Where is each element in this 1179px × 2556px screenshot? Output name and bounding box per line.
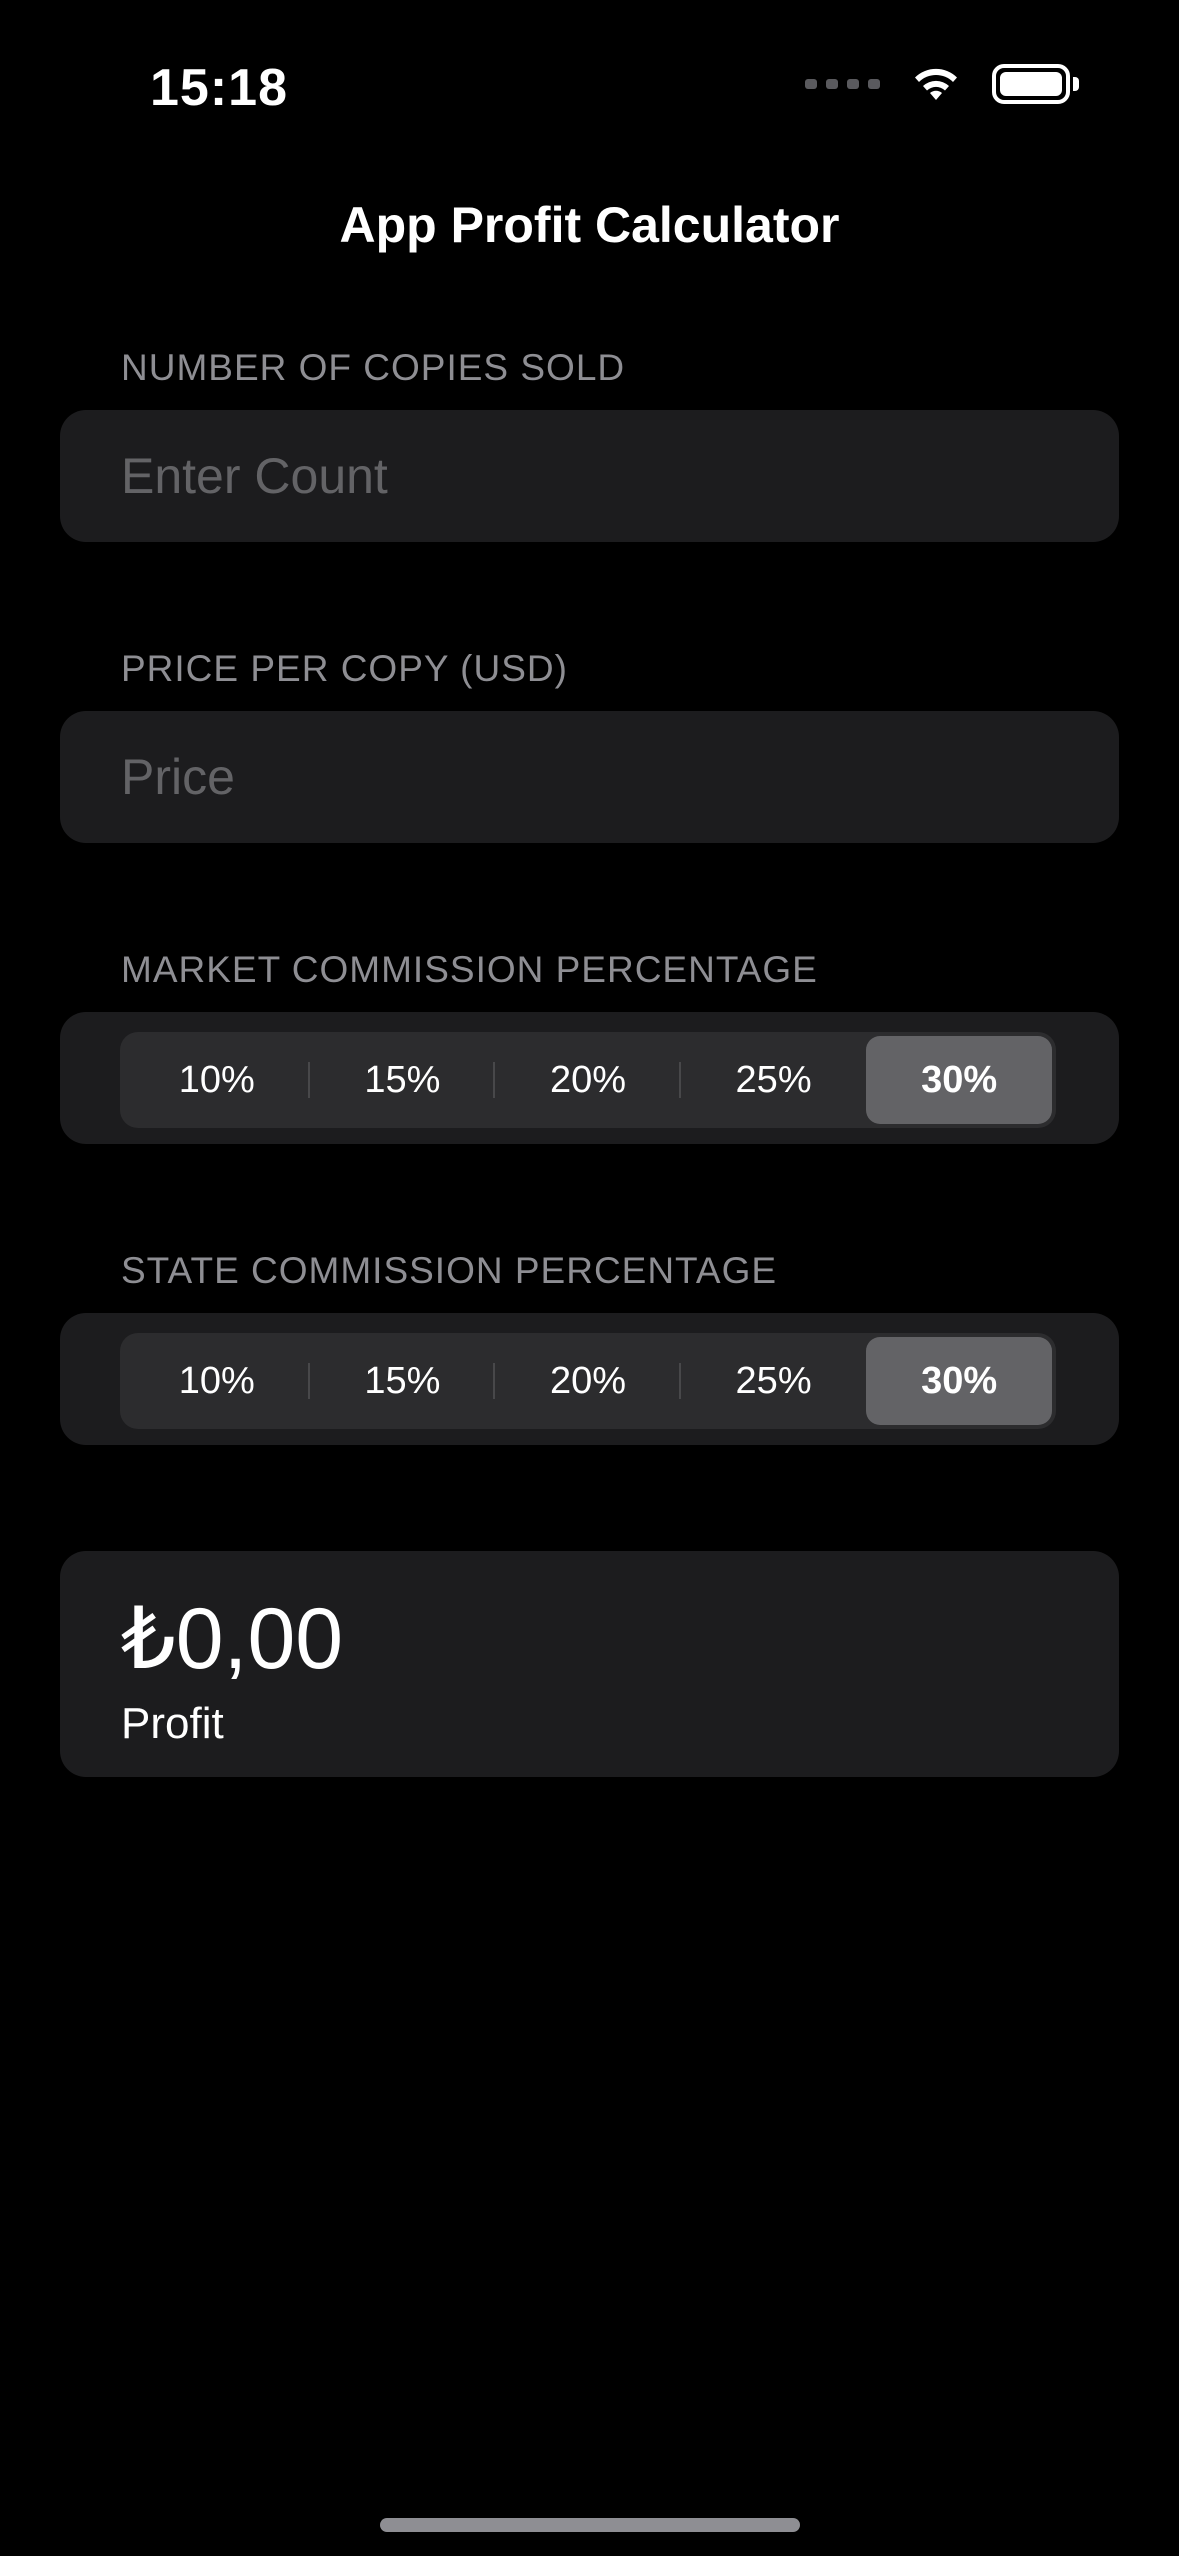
market-commission-label: MARKET COMMISSION PERCENTAGE: [121, 949, 818, 990]
market-commission-option-25[interactable]: 25%: [681, 1036, 867, 1124]
cellular-dots-icon: [805, 79, 880, 89]
battery-icon: [992, 64, 1079, 104]
market-commission-card: 10% 15% 20% 25% 30%: [60, 1012, 1119, 1144]
state-commission-option-20[interactable]: 20%: [495, 1337, 681, 1425]
market-commission-option-10[interactable]: 10%: [124, 1036, 310, 1124]
state-commission-segmented-control: 10% 15% 20% 25% 30%: [120, 1333, 1056, 1429]
app-screen: 15:18 App Profit Calculator NUMBER OF CO…: [0, 0, 1179, 2556]
copies-sold-input[interactable]: [121, 410, 1081, 542]
market-commission-option-15[interactable]: 15%: [310, 1036, 496, 1124]
status-icons: [805, 64, 1079, 104]
state-commission-option-10[interactable]: 10%: [124, 1337, 310, 1425]
market-commission-segmented-control: 10% 15% 20% 25% 30%: [120, 1032, 1056, 1128]
status-time: 15:18: [150, 59, 288, 117]
state-commission-option-15[interactable]: 15%: [310, 1337, 496, 1425]
state-commission-option-25[interactable]: 25%: [681, 1337, 867, 1425]
profit-result-card: ₺0,00 Profit: [60, 1551, 1119, 1777]
price-input[interactable]: [121, 711, 1081, 843]
wifi-icon: [915, 68, 957, 100]
profit-value: ₺0,00: [121, 1591, 344, 1687]
price-per-copy-label: PRICE PER COPY (USD): [121, 648, 568, 689]
page-title: App Profit Calculator: [339, 197, 840, 253]
profit-label: Profit: [121, 1699, 224, 1748]
copies-sold-card: [60, 410, 1119, 542]
copies-sold-label: NUMBER OF COPIES SOLD: [121, 347, 626, 388]
market-commission-option-30[interactable]: 30%: [866, 1036, 1052, 1124]
market-commission-option-20[interactable]: 20%: [495, 1036, 681, 1124]
state-commission-option-30[interactable]: 30%: [866, 1337, 1052, 1425]
price-per-copy-card: [60, 711, 1119, 843]
state-commission-label: STATE COMMISSION PERCENTAGE: [121, 1250, 778, 1291]
home-indicator[interactable]: [380, 2518, 800, 2532]
state-commission-card: 10% 15% 20% 25% 30%: [60, 1313, 1119, 1445]
